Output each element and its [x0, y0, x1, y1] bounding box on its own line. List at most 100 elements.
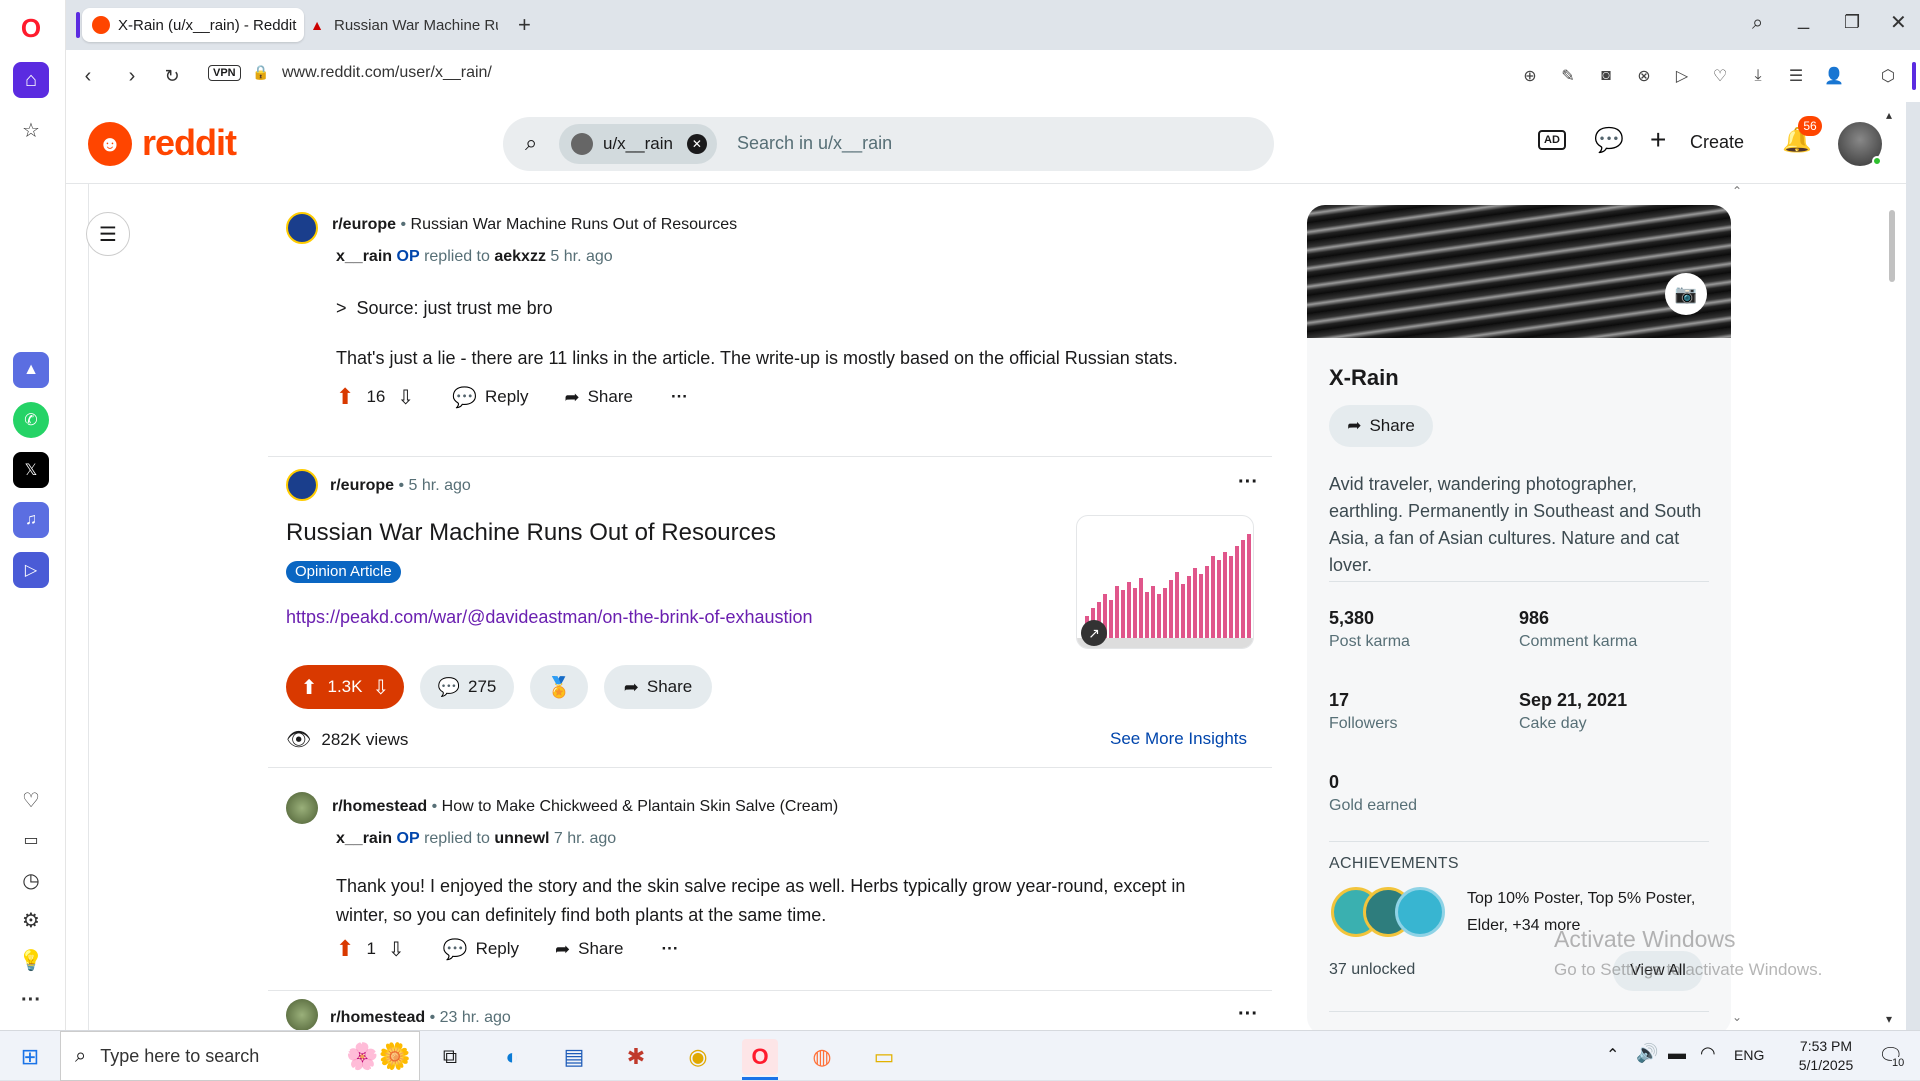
- subreddit-link[interactable]: r/homestead: [330, 1009, 425, 1026]
- search-tabs-icon[interactable]: ⌕: [1752, 12, 1763, 35]
- tab-reddit-profile[interactable]: X-Rain (u/x__rain) - Reddit: [82, 8, 304, 42]
- post-flair[interactable]: Opinion Article: [286, 561, 401, 583]
- vote-pill[interactable]: ⬆ 1.3K ⇩: [286, 665, 404, 709]
- settings-gear-icon[interactable]: ⚙: [13, 902, 49, 938]
- aria-icon[interactable]: ▲: [13, 352, 49, 388]
- award-button[interactable]: 🏅: [530, 665, 588, 709]
- heart-icon[interactable]: ♡: [13, 782, 49, 818]
- post-title[interactable]: Russian War Machine Runs Out of Resource…: [286, 519, 776, 547]
- reload-icon[interactable]: ↻: [158, 62, 186, 90]
- comment-card[interactable]: r/homestead • How to Make Chickweed & Pl…: [268, 768, 1272, 990]
- lightbulb-icon[interactable]: 💡: [13, 942, 49, 978]
- post-more-options-icon[interactable]: ···: [1238, 471, 1258, 494]
- downvote-icon[interactable]: ⇩: [372, 675, 389, 700]
- taskbar-search-box[interactable]: ⌕ Type here to search 🌸🌼: [60, 1031, 420, 1081]
- page-scroll-down-icon[interactable]: ▾: [1886, 1012, 1892, 1026]
- zoom-icon[interactable]: ⊕: [1518, 64, 1542, 88]
- sidebar-toggle[interactable]: [1912, 62, 1916, 90]
- subreddit-link[interactable]: r/homestead: [332, 798, 427, 815]
- upvote-icon[interactable]: ⬆: [336, 384, 354, 410]
- task-view-icon[interactable]: ⧉: [432, 1039, 468, 1075]
- comments-button[interactable]: 💬 275: [420, 665, 514, 709]
- more-options-icon[interactable]: ···: [662, 939, 679, 959]
- downvote-icon[interactable]: ⇩: [397, 385, 414, 410]
- post-title-link[interactable]: Russian War Machine Runs Out of Resource…: [411, 216, 738, 233]
- subreddit-link[interactable]: r/europe: [330, 477, 394, 494]
- word-document-icon[interactable]: ▤: [556, 1039, 592, 1075]
- upvote-icon[interactable]: ⬆: [336, 936, 354, 962]
- more-icon[interactable]: ···: [13, 982, 49, 1018]
- share-icon[interactable]: ➦: [565, 387, 580, 408]
- profile-icon[interactable]: 👤: [1822, 64, 1846, 88]
- post-link[interactable]: https://peakd.com/war/@davideastman/on-t…: [286, 607, 813, 628]
- puzzle-app-icon[interactable]: ✱: [618, 1039, 654, 1075]
- sidebar-scroll-down-icon[interactable]: ⌄: [1732, 1010, 1742, 1024]
- share-icon[interactable]: ➦: [555, 939, 570, 960]
- comment-card[interactable]: r/europe • Russian War Machine Runs Out …: [268, 184, 1272, 426]
- player-icon[interactable]: ▷: [13, 552, 49, 588]
- more-options-icon[interactable]: ···: [671, 387, 688, 407]
- reddit-snoo-icon[interactable]: ☻: [88, 122, 132, 166]
- reddit-logo-text[interactable]: reddit: [142, 122, 237, 164]
- firefox-icon[interactable]: ◍: [804, 1039, 840, 1075]
- reply-icon[interactable]: 💬: [443, 937, 468, 962]
- edge-icon[interactable]: ◐: [494, 1039, 530, 1075]
- windows-start-icon[interactable]: ⊞: [12, 1039, 48, 1075]
- profile-share-button[interactable]: ➦ Share: [1329, 405, 1433, 447]
- advertise-icon[interactable]: AD: [1538, 130, 1566, 150]
- back-icon[interactable]: ‹: [74, 62, 102, 90]
- sidebar-scroll-up-icon[interactable]: ⌃: [1732, 184, 1742, 198]
- share-button[interactable]: Share: [588, 387, 633, 407]
- page-scroll-up-icon[interactable]: ▴: [1886, 108, 1892, 122]
- adblock-icon[interactable]: ⊗: [1632, 64, 1656, 88]
- tab-article[interactable]: ▲ Russian War Machine Runs: [298, 8, 498, 42]
- restore-icon[interactable]: ❐: [1844, 12, 1860, 33]
- volume-icon[interactable]: 🔊: [1636, 1043, 1658, 1064]
- external-link-icon[interactable]: ↗: [1081, 620, 1107, 646]
- expand-nav-menu-icon[interactable]: ☰: [86, 212, 130, 256]
- extensions-cube-icon[interactable]: ⬡: [1876, 64, 1900, 88]
- replied-to-link[interactable]: unnewl: [494, 830, 549, 847]
- stat-followers[interactable]: 17 Followers: [1329, 690, 1397, 733]
- search-scope-chip[interactable]: u/x__rain ✕: [559, 124, 717, 164]
- post-title-link[interactable]: How to Make Chickweed & Plantain Skin Sa…: [442, 798, 839, 815]
- minimize-icon[interactable]: _: [1798, 8, 1809, 31]
- opera-logo-icon[interactable]: O: [13, 10, 49, 46]
- clock[interactable]: 7:53 PM 5/1/2025: [1786, 1037, 1866, 1075]
- lock-icon[interactable]: 🔒: [252, 64, 269, 81]
- menu-lines-icon[interactable]: ☰: [1784, 64, 1808, 88]
- url-field[interactable]: www.reddit.com/user/x__rain/: [282, 64, 492, 82]
- edit-icon[interactable]: ✎: [1556, 64, 1580, 88]
- camera-icon[interactable]: ◙: [1594, 64, 1618, 88]
- chrome-icon[interactable]: ◉: [680, 1039, 716, 1075]
- language-indicator[interactable]: ENG: [1734, 1047, 1764, 1063]
- battery-icon[interactable]: ▬: [1668, 1043, 1686, 1064]
- post-card[interactable]: r/homestead • 23 hr. ago ···: [268, 991, 1272, 1030]
- music-player-icon[interactable]: ♫: [13, 502, 49, 538]
- close-window-icon[interactable]: ✕: [1890, 10, 1907, 35]
- subreddit-avatar-homestead[interactable]: [286, 999, 318, 1030]
- replied-to-link[interactable]: aekxzz: [494, 248, 546, 265]
- history-icon[interactable]: ◷: [13, 862, 49, 898]
- page-scrollbar-thumb[interactable]: [1889, 210, 1895, 282]
- subreddit-avatar-europe[interactable]: [286, 212, 318, 244]
- see-more-insights-link[interactable]: See More Insights: [1110, 729, 1247, 749]
- subreddit-link[interactable]: r/europe: [332, 216, 396, 233]
- vpn-badge[interactable]: VPN: [208, 65, 241, 81]
- send-icon[interactable]: ▷: [1670, 64, 1694, 88]
- heart-icon[interactable]: ♡: [1708, 64, 1732, 88]
- subreddit-avatar-homestead[interactable]: [286, 792, 318, 824]
- reply-icon[interactable]: 💬: [452, 385, 477, 410]
- whatsapp-icon[interactable]: ✆: [13, 402, 49, 438]
- clear-scope-icon[interactable]: ✕: [686, 134, 707, 154]
- file-explorer-icon[interactable]: ▭: [866, 1039, 902, 1075]
- post-thumbnail[interactable]: ↗: [1076, 515, 1254, 649]
- achievement-badge-icon[interactable]: [1395, 887, 1445, 937]
- tabs-icon[interactable]: ▭: [13, 822, 49, 858]
- new-tab-plus-icon[interactable]: +: [518, 12, 531, 38]
- subreddit-avatar-europe[interactable]: [286, 469, 318, 501]
- edit-banner-camera-icon[interactable]: 📷: [1665, 273, 1707, 315]
- post-more-options-icon[interactable]: ···: [1238, 1003, 1258, 1026]
- reply-button[interactable]: Reply: [485, 387, 528, 407]
- download-icon[interactable]: ⤓: [1746, 64, 1770, 88]
